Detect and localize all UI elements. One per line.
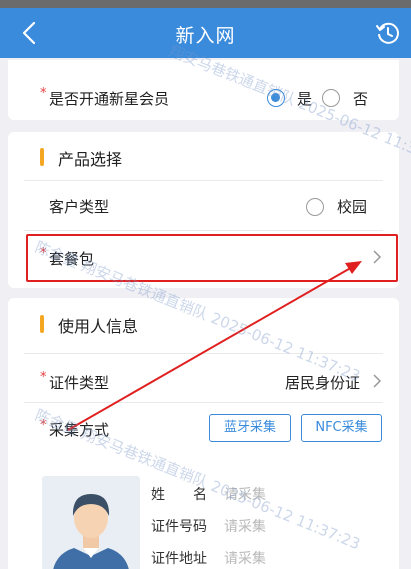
id-photo-avatar (42, 476, 140, 569)
history-clock-icon[interactable] (375, 20, 401, 46)
section-title-product: 产品选择 (58, 150, 123, 169)
divider (24, 230, 383, 231)
star-member-card: * 是否开通新星会员 是 否 (8, 60, 399, 120)
section-title-user: 使用人信息 (58, 317, 139, 336)
customer-type-label: 客户类型 (49, 198, 110, 216)
id-address-label: 证件地址 (151, 551, 207, 567)
star-member-label: 是否开通新星会员 (49, 90, 170, 108)
radio-no-label[interactable]: 否 (353, 88, 368, 109)
divider (24, 180, 383, 181)
name-value: 请采集 (224, 487, 266, 503)
nav-bar: 新入网 (0, 8, 411, 58)
id-number-value: 请采集 (224, 519, 266, 535)
radio-yes-label[interactable]: 是 (297, 88, 312, 109)
person-icon (53, 494, 129, 569)
collect-method-label: 采集方式 (49, 421, 110, 439)
bluetooth-collect-button[interactable]: 蓝牙采集 (209, 414, 291, 442)
nfc-collect-button[interactable]: NFC采集 (301, 414, 382, 442)
required-mark: * (40, 418, 47, 433)
radio-yes[interactable] (267, 89, 285, 107)
page-title: 新入网 (175, 25, 236, 47)
status-strip (0, 0, 411, 8)
id-type-row[interactable]: * 证件类型 居民身份证 (8, 354, 399, 404)
required-mark: * (40, 370, 47, 385)
id-address-value: 请采集 (224, 551, 266, 567)
id-type-label: 证件类型 (49, 374, 110, 392)
divider (24, 402, 383, 403)
annotation-highlight-box (26, 234, 398, 282)
chevron-right-icon (373, 374, 382, 388)
section-accent-bar (40, 148, 44, 166)
id-number-label: 证件号码 (151, 519, 207, 535)
name-label: 姓 名 (151, 487, 207, 503)
required-mark: * (40, 86, 47, 101)
id-type-value: 居民身份证 (285, 374, 361, 392)
section-accent-bar (40, 315, 44, 333)
radio-no[interactable] (322, 89, 340, 107)
radio-campus-label[interactable]: 校园 (337, 196, 367, 217)
radio-campus[interactable] (306, 198, 324, 216)
